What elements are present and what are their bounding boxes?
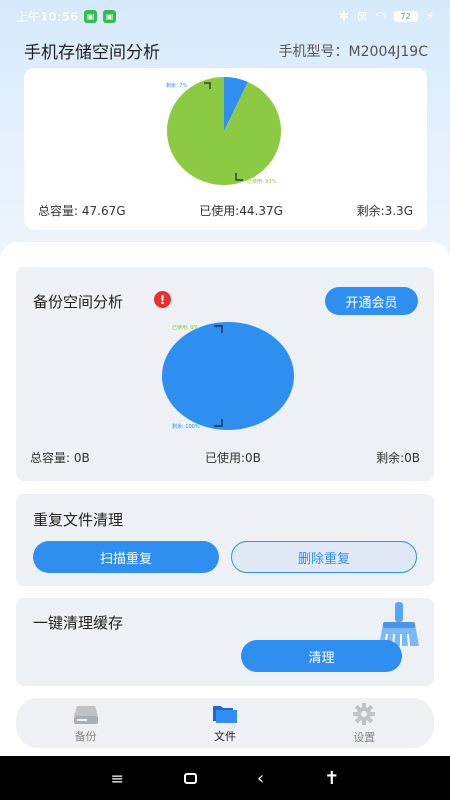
- app-notification-icon-2: ▣: [103, 9, 117, 23]
- pie-label-0: 剩余: 7%: [166, 82, 187, 89]
- nav-label-files: 文件: [213, 729, 236, 743]
- status-time: 上午10:56: [16, 9, 79, 24]
- backup-card: 备份空间分析 ! 开通会员 已使用: 0% 剩余: 100% 总容量: 0B 已使…: [16, 267, 434, 481]
- storage-card: 剩余: 7% 已使用: 93% 总容量: 47.67G 已使用:44.37G 剩余…: [24, 68, 427, 230]
- backup-free: 剩余:0B: [376, 451, 420, 465]
- device-model: 手机型号：M2004J19C: [278, 43, 428, 60]
- backup-total: 总容量: 0B: [30, 451, 90, 465]
- accessibility-icon[interactable]: ✝: [324, 768, 339, 789]
- vip-button[interactable]: 开通会员: [325, 287, 418, 315]
- charging-icon: ⚡: [425, 9, 434, 23]
- back-icon[interactable]: ‹: [257, 768, 264, 789]
- wifi-icon: ◠: [375, 9, 386, 23]
- status-bar: 上午10:56 ▣ ▣ ✱ ⊠ ◠ 72 ⚡: [0, 0, 450, 32]
- nav-item-settings[interactable]: 设置: [324, 702, 404, 745]
- scan-duplicates-button[interactable]: 扫描重复: [33, 541, 219, 573]
- storage-stats: 总容量: 47.67G 已使用:44.37G 剩余:3.3G: [24, 202, 427, 219]
- menu-icon[interactable]: ≡: [111, 769, 124, 788]
- cache-title: 一键清理缓存: [33, 614, 124, 632]
- battery-icon: 72: [393, 10, 418, 22]
- duplicates-title: 重复文件清理: [33, 511, 124, 529]
- nav-item-files[interactable]: 文件: [185, 703, 265, 744]
- page-title: 手机存储空间分析: [24, 43, 160, 63]
- app-notification-icon: ▣: [84, 9, 98, 23]
- nav-label-settings: 设置: [353, 730, 376, 744]
- backup-pie-chart: 已使用: 0% 剩余: 100%: [162, 322, 294, 430]
- pie-label-0: 已使用: 0%: [172, 324, 198, 331]
- pie-label-1: 剩余: 100%: [172, 423, 200, 430]
- bottom-nav: 备份 文件 设置: [16, 698, 434, 748]
- home-icon[interactable]: [184, 772, 198, 784]
- gear-icon: [353, 702, 376, 725]
- backup-stats: 总容量: 0B 已使用:0B 剩余:0B: [16, 449, 434, 466]
- nav-label-backup: 备份: [74, 729, 97, 743]
- folder-icon: [212, 705, 237, 723]
- backup-used: 已使用:0B: [204, 451, 261, 465]
- cache-card: 一键清理缓存 清理: [16, 598, 434, 686]
- sim-icon: ⊠: [357, 9, 368, 23]
- bluetooth-icon: ✱: [338, 9, 350, 23]
- backup-title: 备份空间分析: [33, 293, 124, 311]
- warning-icon[interactable]: !: [154, 291, 171, 308]
- pie-label-1: 已使用: 93%: [247, 178, 277, 185]
- duplicates-card: 重复文件清理 扫描重复 删除重复: [16, 494, 434, 586]
- delete-duplicates-button[interactable]: 删除重复: [231, 541, 417, 573]
- storage-used: 已使用:44.37G: [199, 204, 283, 218]
- status-indicators: ✱ ⊠ ◠ 72 ⚡: [339, 9, 434, 23]
- pie-slice-1: [167, 77, 281, 185]
- storage-total: 总容量: 47.67G: [38, 204, 126, 218]
- storage-free: 剩余:3.3G: [356, 204, 413, 218]
- system-nav-bar: ≡ ‹ ✝: [0, 756, 450, 800]
- nav-item-backup[interactable]: 备份: [46, 703, 126, 744]
- clean-cache-button[interactable]: 清理: [241, 640, 402, 672]
- pie-slice-1: [162, 322, 294, 430]
- storage-pie-chart: 剩余: 7% 已使用: 93%: [166, 77, 281, 185]
- header: 手机存储空间分析 手机型号：M2004J19C: [24, 38, 428, 63]
- drive-icon: [73, 705, 98, 724]
